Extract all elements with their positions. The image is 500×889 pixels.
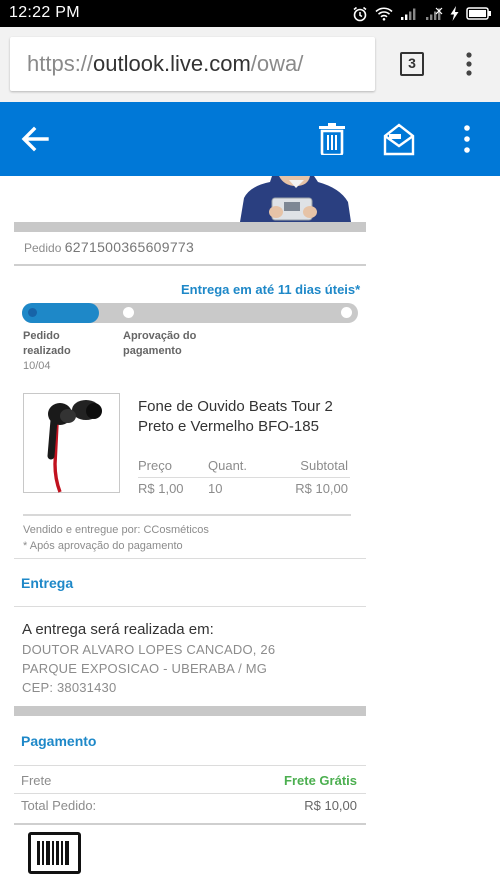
trash-icon[interactable]: [319, 123, 345, 155]
column-quantity-header: Quant.: [208, 458, 248, 473]
divider: [23, 514, 351, 516]
url-text[interactable]: https://outlook.live.com/owa/: [27, 51, 303, 77]
charging-icon: [450, 6, 459, 21]
column-subtotal-header: Subtotal: [300, 458, 348, 473]
email-body: Pedido 6271500365609773 Entrega em até 1…: [0, 176, 500, 889]
step-dot-approval: [123, 307, 134, 318]
product-quantity: 10: [208, 481, 223, 496]
divider: [14, 558, 366, 559]
battery-icon: [466, 7, 491, 20]
banner-illustration: [240, 176, 351, 222]
delivery-heading: A entrega será realizada em:: [22, 621, 214, 638]
divider: [14, 793, 366, 794]
status-bar: 12:22 PM: [0, 0, 500, 27]
back-arrow-icon[interactable]: [20, 125, 50, 153]
earphone-illustration: [47, 400, 102, 493]
product-image: [23, 393, 120, 493]
divider: [14, 606, 366, 607]
more-vert-icon[interactable]: [459, 124, 475, 154]
payment-section-title: Pagamento: [21, 733, 97, 749]
approval-note: * Após aprovação do pagamento: [23, 540, 183, 552]
step-label-ordered: Pedido realizado: [23, 330, 71, 357]
total-label: Total Pedido:: [21, 798, 97, 813]
divider: [14, 222, 366, 232]
url-host: outlook.live.com: [93, 51, 251, 76]
step-dot-ordered: [28, 308, 37, 317]
divider: [14, 264, 366, 266]
product-name: Fone de Ouvido Beats Tour 2 Preto e Verm…: [138, 398, 333, 435]
delivery-estimate: Entrega em até 11 dias úteis*: [181, 282, 361, 297]
screen: 12:22 PM https://outlook.live.com/owa/ 3: [0, 0, 500, 889]
address-line-1: DOUTOR ALVARO LOPES CANCADO, 26: [22, 642, 276, 657]
product-price: R$ 1,00: [138, 481, 184, 496]
step-date-ordered: 10/04: [23, 360, 51, 372]
divider: [14, 823, 366, 825]
address-line-2: PARQUE EXPOSICAO - UBERABA / MG: [22, 661, 268, 676]
order-number: 6271500365609773: [64, 239, 195, 255]
step-label-approval: Aprovação do pagamento: [123, 330, 197, 357]
wifi-icon: [375, 7, 393, 21]
address-line-3: CEP: 38031430: [22, 680, 117, 695]
delivery-section-title: Entrega: [21, 575, 74, 591]
signal-icon: [401, 8, 416, 20]
divider: [138, 477, 350, 478]
step-dot-final: [341, 307, 352, 318]
barcode-bars: [37, 841, 69, 865]
shipping-label: Frete: [21, 773, 52, 788]
column-price-header: Preço: [138, 458, 172, 473]
address-bar[interactable]: https://outlook.live.com/owa/: [10, 37, 375, 91]
mail-toolbar: [0, 102, 500, 176]
browser-menu-icon[interactable]: [461, 51, 477, 77]
alarm-icon: [353, 6, 367, 21]
url-scheme: https://: [27, 51, 94, 76]
shipping-value: Frete Grátis: [284, 773, 357, 788]
total-value: R$ 10,00: [304, 798, 357, 813]
seller-note: Vendido e entregue por: CCosméticos: [23, 524, 209, 536]
mark-read-icon[interactable]: [383, 122, 415, 156]
barcode-icon: [28, 832, 81, 874]
browser-toolbar: https://outlook.live.com/owa/ 3: [0, 27, 500, 102]
product-subtotal: R$ 10,00: [295, 481, 348, 496]
divider: [14, 765, 366, 766]
banner-image: [14, 176, 366, 222]
tab-switcher-button[interactable]: 3: [400, 52, 424, 76]
status-time: 12:22 PM: [9, 4, 80, 21]
signal-icon-2: [426, 7, 443, 20]
order-number-row: Pedido 6271500365609773: [24, 239, 194, 255]
divider: [14, 706, 366, 716]
order-label: Pedido: [24, 241, 62, 255]
url-path: /owa/: [250, 51, 304, 76]
status-icons: [352, 4, 492, 23]
